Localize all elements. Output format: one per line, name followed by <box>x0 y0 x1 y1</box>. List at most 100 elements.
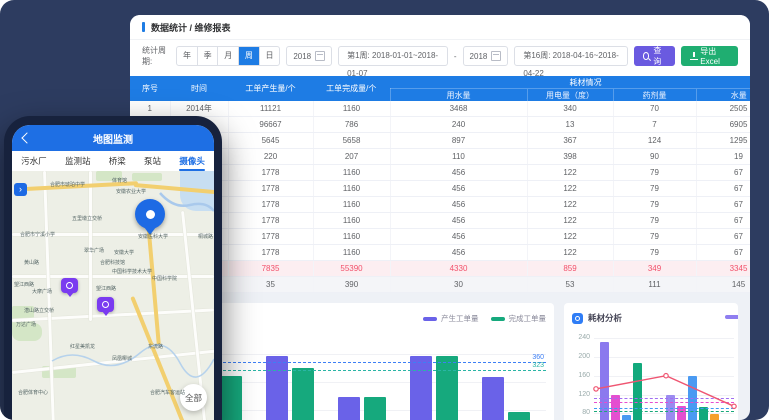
table-cell: 340 <box>527 101 613 117</box>
table-row[interactable]: 62019年177811604561227967 <box>130 181 750 197</box>
table-row[interactable]: 52018年177811604561227967 <box>130 165 750 181</box>
table-row[interactable]: 92022年177811604561227967 <box>130 229 750 245</box>
selected-map-pin[interactable] <box>135 199 165 229</box>
map-label: 合肥体育中心 <box>18 389 48 396</box>
reference-line-label: 323 <box>532 362 544 369</box>
map-label: 合肥科技馆 <box>100 259 125 266</box>
table-cell: 67 <box>696 181 750 197</box>
period-option-日[interactable]: 日 <box>259 47 280 65</box>
column-header: 工单产生量/个 <box>228 76 313 101</box>
phone-tab-泵站[interactable]: 泵站 <box>144 155 161 167</box>
table-cell: 1160 <box>313 181 390 197</box>
table-cell: 1160 <box>313 229 390 245</box>
summary-cell: 55390 <box>313 261 390 277</box>
map-label: 中国科学技术大学 <box>112 268 152 275</box>
calendar-icon <box>315 51 325 61</box>
table-cell: 456 <box>390 245 527 261</box>
period-option-周[interactable]: 周 <box>238 47 259 65</box>
map-label: 安徽农业大学 <box>116 188 146 195</box>
chart-header: 耗材分析 <box>572 311 730 325</box>
table-row[interactable]: 102023年177811604561227967 <box>130 245 750 261</box>
bar[interactable] <box>266 356 288 420</box>
table-row[interactable]: 42017年2202071103989019 <box>130 149 750 165</box>
legend-item[interactable]: 产生工单量 <box>423 313 479 324</box>
bar[interactable] <box>482 377 504 420</box>
table-cell: 5645 <box>228 133 313 149</box>
period-option-月[interactable]: 月 <box>217 47 238 65</box>
map-label: 中国科学院 <box>152 275 177 282</box>
table-cell: 1160 <box>313 245 390 261</box>
download-icon <box>690 52 696 60</box>
phone-tab-bar[interactable]: 污水厂 监测站 桥梁 泵站 摄像头 <box>12 151 214 171</box>
average-row: 平均值353903053111145 <box>130 277 750 293</box>
group-header: 耗材情况 <box>390 76 750 89</box>
bar[interactable] <box>220 376 242 420</box>
table-header-row: 序号时间工单产生量/个工单完成量/个耗材情况 <box>130 76 750 89</box>
y-axis-tick: 120 <box>572 391 590 398</box>
table-row[interactable]: 32016年564556588973671241295 <box>130 133 750 149</box>
accent-bar <box>142 22 145 32</box>
map-label: 合肥市宁溪小学 <box>20 231 55 238</box>
table-cell: 7 <box>613 117 696 133</box>
phone-tab-监测站[interactable]: 监测站 <box>65 155 91 167</box>
table-cell: 1295 <box>696 133 750 149</box>
period-segmented-control[interactable]: 年季月周日 <box>176 46 280 66</box>
table-row[interactable]: 12014年1112111603468340702505 <box>130 101 750 117</box>
back-icon[interactable] <box>21 132 32 143</box>
map-view[interactable]: › 全部 合肥市琥珀中学体育馆安徽农业大学五里墩立交桥合肥市宁溪小学安徽医科大学… <box>12 171 214 420</box>
charts-row: 产生工单量 完成工单量 360323 耗材分析 4080120160200240 <box>140 303 740 420</box>
bar[interactable] <box>292 368 314 420</box>
table-cell: 6905 <box>696 117 750 133</box>
search-button[interactable]: 查询 <box>634 46 675 66</box>
table-cell: 456 <box>390 197 527 213</box>
map-label: 合肥汽车客运站 <box>150 389 185 396</box>
camera-marker[interactable] <box>61 278 78 293</box>
expand-button[interactable]: › <box>14 183 27 196</box>
start-week-input[interactable]: 第1周: 2018-01-01~2018-01-07 <box>338 46 448 66</box>
end-week-input[interactable]: 第16周: 2018-04-16~2018-04-22 <box>514 46 627 66</box>
period-option-年[interactable]: 年 <box>177 47 197 65</box>
table-cell: 67 <box>696 229 750 245</box>
table-cell: 5658 <box>313 133 390 149</box>
table-row[interactable]: 72020年177811604561227967 <box>130 197 750 213</box>
map-label: 合肥市琥珀中学 <box>50 181 85 188</box>
dashboard-panel: 数据统计 / 维修报表 统计周期: 年季月周日 2018 第1周: 2018-0… <box>130 15 750 420</box>
bar[interactable] <box>436 356 458 420</box>
phone-tab-污水厂[interactable]: 污水厂 <box>21 155 47 167</box>
bar[interactable] <box>508 412 530 420</box>
start-year-select[interactable]: 2018 <box>286 46 332 66</box>
map-label: 体育馆 <box>112 177 127 184</box>
legend-swatch <box>423 317 437 321</box>
table-cell: 13 <box>527 117 613 133</box>
phone-tab-桥梁[interactable]: 桥梁 <box>109 155 126 167</box>
y-axis-tick: 200 <box>572 353 590 360</box>
bar[interactable] <box>338 397 360 420</box>
table-row[interactable]: 22015年966677862401376905 <box>130 117 750 133</box>
table-cell: 1778 <box>228 165 313 181</box>
table-cell: 3468 <box>390 101 527 117</box>
period-label: 统计周期: <box>142 45 170 67</box>
export-button-label: 导出Excel <box>700 46 729 66</box>
table-cell: 110 <box>390 149 527 165</box>
phone-tab-摄像头[interactable]: 摄像头 <box>179 155 205 167</box>
end-year-select[interactable]: 2018 <box>463 46 509 66</box>
bar[interactable] <box>364 397 386 420</box>
export-excel-button[interactable]: 导出Excel <box>681 46 738 66</box>
map-label: 东流路 <box>148 343 163 350</box>
table-cell: 79 <box>613 229 696 245</box>
screenshot-canvas: 数据统计 / 维修报表 统计周期: 年季月周日 2018 第1周: 2018-0… <box>0 0 769 420</box>
sub-column-header: 水量 <box>696 89 750 102</box>
camera-marker[interactable] <box>97 297 114 312</box>
table-cell: 786 <box>313 117 390 133</box>
table-cell: 96667 <box>228 117 313 133</box>
legend-item[interactable]: 完成工单量 <box>491 313 547 324</box>
consumable-chart: 4080120160200240 <box>594 331 734 420</box>
table-row[interactable]: 82021年177811604561227967 <box>130 213 750 229</box>
map-label: 望江西路 <box>96 285 116 292</box>
bar[interactable] <box>410 356 432 420</box>
sub-column-header: 用水量 <box>390 89 527 102</box>
period-option-季[interactable]: 季 <box>197 47 218 65</box>
map-label: 望江西路 <box>14 281 34 288</box>
phone-screen: 地图监测 污水厂监测站桥梁泵站摄像头 <box>12 125 214 420</box>
table-cell: 67 <box>696 165 750 181</box>
